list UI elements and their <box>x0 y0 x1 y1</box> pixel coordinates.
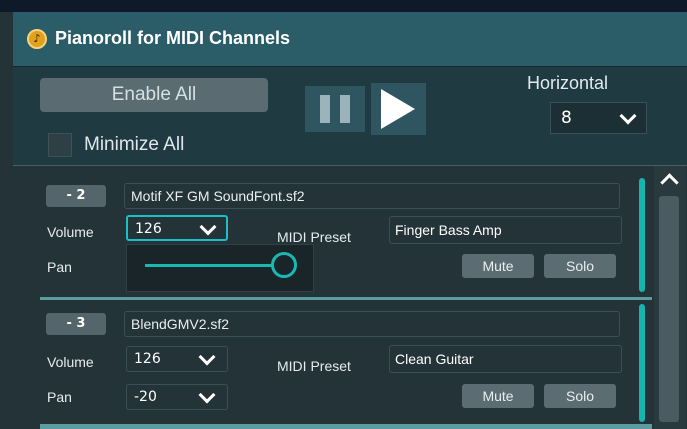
volume-select[interactable]: 126 <box>126 215 228 241</box>
channel-separator <box>40 424 652 429</box>
soundfont-field[interactable]: BlendGMV2.sf2 <box>124 311 620 337</box>
volume-label: Volume <box>47 224 94 240</box>
pan-label: Pan <box>47 259 72 275</box>
horizontal-value: 8 <box>561 108 572 128</box>
play-button[interactable] <box>371 83 426 135</box>
horizontal-label: Horizontal <box>527 73 609 93</box>
solo-button[interactable]: Solo <box>544 254 616 278</box>
midi-preset-label: MIDI Preset <box>277 229 351 245</box>
top-strip <box>0 0 687 12</box>
volume-value: 126 <box>134 351 161 367</box>
soundfont-name: Motif XF GM SoundFont.sf2 <box>131 188 305 204</box>
mute-button[interactable]: Mute <box>462 254 534 278</box>
channel-panel: - 3 BlendGMV2.sf2 Volume 126 MIDI Preset… <box>40 304 650 422</box>
solo-button[interactable]: Solo <box>544 384 616 408</box>
pan-label: Pan <box>47 389 72 405</box>
mute-button[interactable]: Mute <box>462 384 534 408</box>
channel-separator <box>40 297 652 300</box>
minimize-all-checkbox[interactable] <box>48 133 72 157</box>
play-icon <box>381 89 415 129</box>
pan-slider-thumb[interactable] <box>271 252 297 278</box>
pan-value: -20 <box>134 389 157 405</box>
soundfont-name: BlendGMV2.sf2 <box>131 316 230 332</box>
left-frame <box>0 12 13 429</box>
scroll-up-icon[interactable] <box>660 173 679 192</box>
chevron-down-icon <box>619 107 637 125</box>
midi-preset-value: Finger Bass Amp <box>395 222 502 238</box>
channel-number-button[interactable]: - 2 <box>46 185 106 207</box>
chevron-down-icon <box>199 218 217 236</box>
midi-preset-field[interactable]: Finger Bass Amp <box>389 216 622 244</box>
vertical-scrollbar[interactable] <box>654 166 686 429</box>
window-title: Pianoroll for MIDI Channels <box>55 28 291 48</box>
midi-preset-field[interactable]: Clean Guitar <box>389 345 622 373</box>
midi-preset-value: Clean Guitar <box>395 351 474 367</box>
music-note-icon: ♪ <box>27 29 47 49</box>
channel-number-button[interactable]: - 3 <box>46 313 106 335</box>
midi-preset-label: MIDI Preset <box>277 358 351 374</box>
pan-select[interactable]: -20 <box>126 384 228 410</box>
enable-all-button[interactable]: Enable All <box>40 78 268 112</box>
pan-slider-track <box>145 264 285 267</box>
pan-slider-popup[interactable] <box>126 244 314 292</box>
volume-value: 126 <box>135 221 162 237</box>
minimize-all-label: Minimize All <box>84 134 185 155</box>
volume-select[interactable]: 126 <box>126 346 228 372</box>
pause-button[interactable] <box>305 86 365 132</box>
channel-accent-bar <box>639 304 645 422</box>
horizontal-select[interactable]: 8 <box>550 102 647 134</box>
chevron-down-icon <box>198 348 216 366</box>
title-bar: ♪ Pianoroll for MIDI Channels <box>13 12 687 67</box>
chevron-down-icon <box>198 386 216 404</box>
scrollbar-thumb[interactable] <box>659 196 679 422</box>
volume-label: Volume <box>47 354 94 370</box>
soundfont-field[interactable]: Motif XF GM SoundFont.sf2 <box>124 183 620 209</box>
channel-accent-bar <box>639 178 645 292</box>
